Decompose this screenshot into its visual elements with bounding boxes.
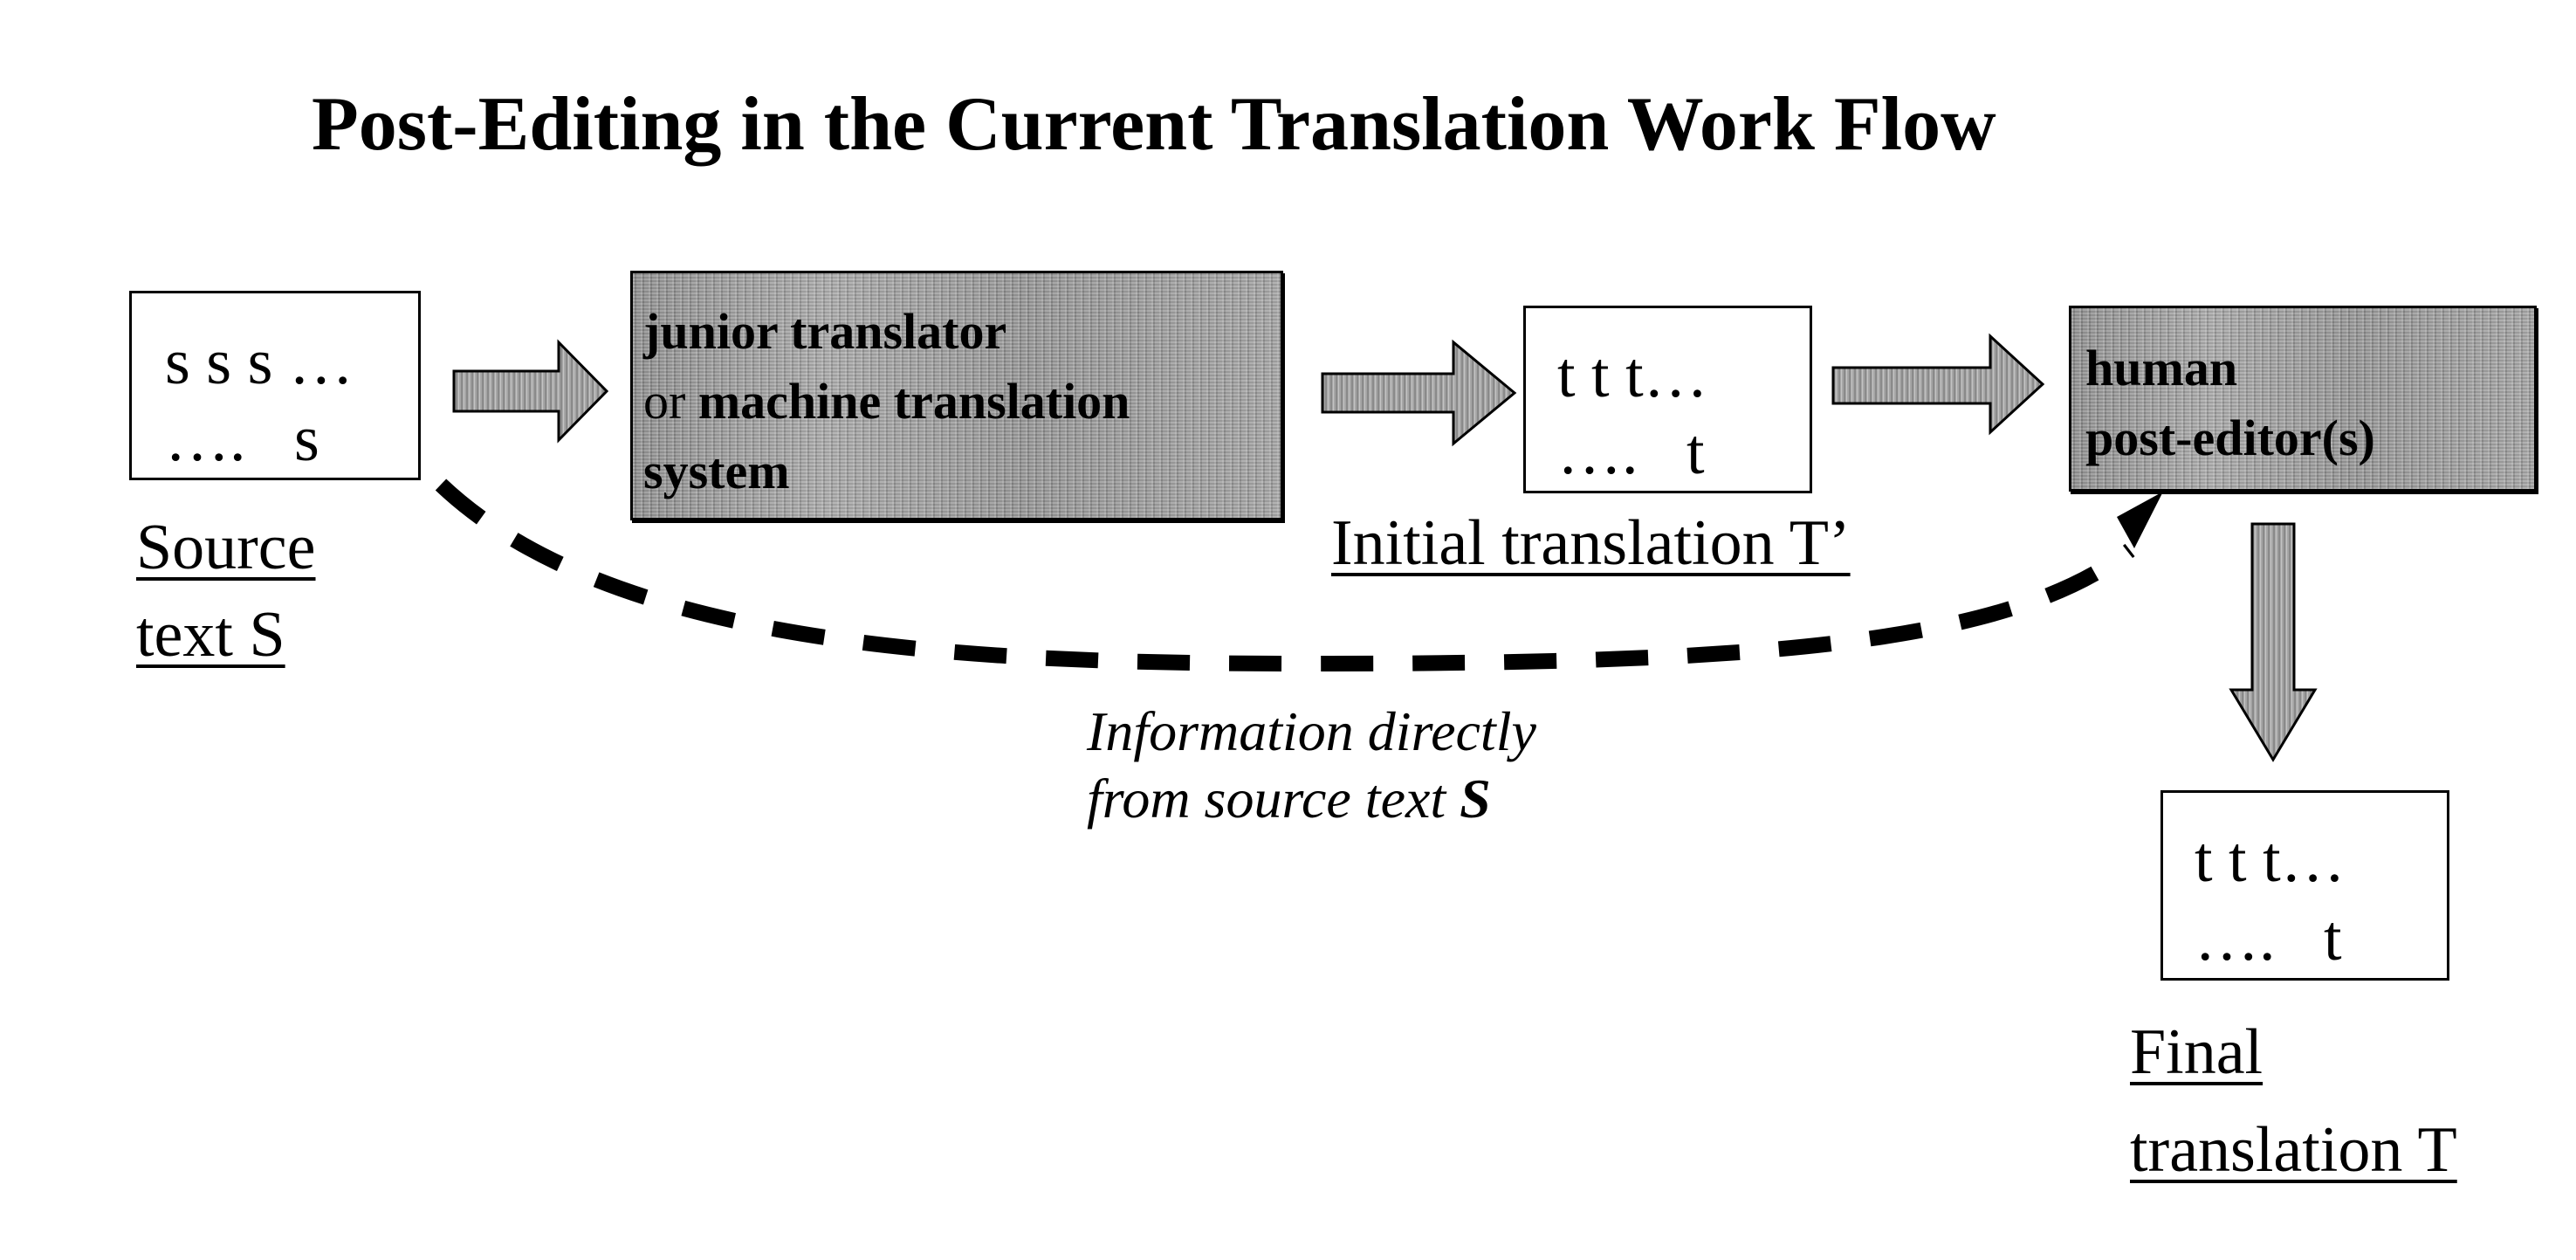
arrow-right-icon xyxy=(1321,339,1517,447)
arrow-right-icon xyxy=(452,339,609,444)
arrow-down-icon xyxy=(2229,522,2318,762)
dashed-arrowhead-icon xyxy=(2117,492,2163,548)
dashed-info-flow-curve xyxy=(435,479,2135,672)
diagram-canvas: Post-Editing in the Current Translation … xyxy=(0,0,2576,1260)
arrow-right-icon xyxy=(1831,333,2045,436)
connectors-layer xyxy=(435,333,2318,762)
